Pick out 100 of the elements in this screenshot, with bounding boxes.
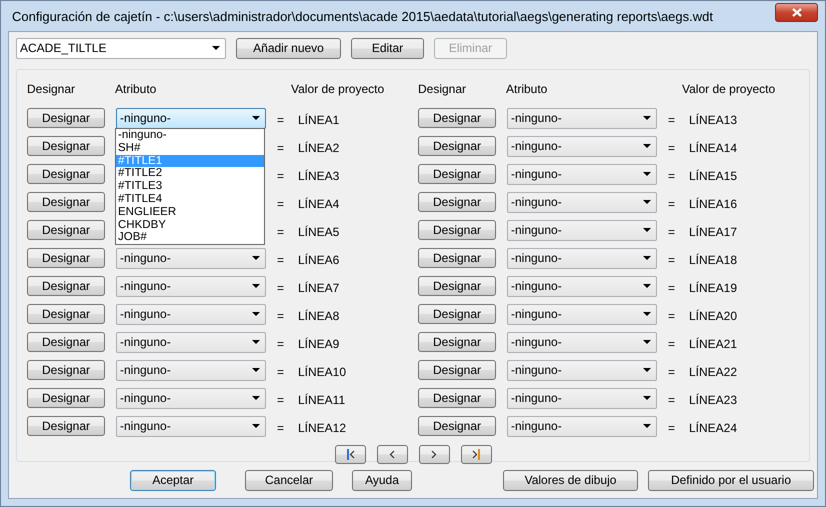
dropdown-arrow-icon [643,172,651,176]
dialog-button[interactable]: Valores de dibujo [503,470,638,490]
project-value: LÍNEA21 [689,336,738,351]
project-value: LÍNEA4 [298,196,340,211]
equals-sign: = [668,196,676,211]
attribute-dropdown[interactable]: -ninguno- [116,248,266,268]
designate-button[interactable]: Designar [418,388,496,408]
attribute-dropdown[interactable]: -ninguno- [507,248,657,268]
toolbar-button[interactable]: Añadir nuevo [236,38,341,58]
pager-button[interactable] [460,445,492,464]
project-value: LÍNEA19 [689,280,738,295]
designate-button[interactable]: Designar [27,276,105,296]
equals-sign: = [277,140,285,155]
equals-sign: = [277,308,285,323]
designate-button[interactable]: Designar [418,136,496,156]
designate-button[interactable]: Designar [27,220,105,240]
designate-button[interactable]: Designar [418,304,496,324]
attribute-dropdown[interactable]: -ninguno- [507,360,657,380]
designate-button[interactable]: Designar [27,192,105,212]
attribute-dropdown[interactable]: -ninguno- [116,332,266,352]
dialog-button[interactable]: Aceptar [130,470,216,490]
pager-button[interactable] [376,445,408,464]
window-title: Configuración de cajetín - c:\users\administrador\documents\acade 2015\aedata\tutorial\aegs\generating reports\aegs.wdt [12,8,713,24]
designate-button[interactable]: Designar [27,332,105,352]
dropdown-arrow-icon [643,312,651,316]
dialog-button[interactable]: Ayuda [352,470,412,490]
attribute-dropdown[interactable]: -ninguno- [116,108,266,128]
dropdown-option[interactable]: -ninguno- [116,129,264,142]
project-value: LÍNEA23 [689,392,738,407]
attribute-dropdown[interactable]: -ninguno- [507,388,657,408]
designate-button[interactable]: Designar [418,276,496,296]
dropdown-option[interactable]: JOB# [116,231,264,244]
close-button[interactable] [775,2,818,22]
equals-sign: = [277,252,285,267]
attribute-dropdown[interactable]: -ninguno- [116,416,266,436]
template-dropdown[interactable]: ACADE_TILTLE [16,38,226,58]
dropdown-arrow-icon [252,284,260,288]
dialog-button[interactable]: Cancelar [245,470,333,490]
project-value: LÍNEA22 [689,364,738,379]
designate-button[interactable]: Designar [418,164,496,184]
attribute-dropdown[interactable]: -ninguno- [507,220,657,240]
pager-button[interactable] [418,445,450,464]
equals-sign: = [277,224,285,239]
equals-sign: = [668,168,676,183]
designate-button[interactable]: Designar [27,388,105,408]
designate-button[interactable]: Designar [418,248,496,268]
project-value: LÍNEA15 [689,168,738,183]
attribute-dropdown[interactable]: -ninguno- [507,164,657,184]
designate-button[interactable]: Designar [27,164,105,184]
equals-sign: = [668,364,676,379]
attribute-dropdown[interactable]: -ninguno- [507,332,657,352]
attribute-dropdown[interactable]: -ninguno- [116,276,266,296]
designate-button[interactable]: Designar [27,360,105,380]
equals-sign: = [277,112,285,127]
equals-sign: = [277,168,285,183]
attribute-dropdown[interactable]: -ninguno- [507,108,657,128]
designate-button[interactable]: Designar [418,332,496,352]
dropdown-arrow-icon [643,424,651,428]
attribute-dropdown[interactable]: -ninguno- [507,304,657,324]
dropdown-arrow-icon [212,46,220,50]
toolbar-button[interactable]: Editar [351,38,424,58]
designate-button[interactable]: Designar [418,108,496,128]
designate-button[interactable]: Designar [418,192,496,212]
project-value: LÍNEA1 [298,112,340,127]
column-header: Valor de proyecto [291,82,386,96]
attribute-dropdown[interactable]: -ninguno- [507,416,657,436]
column-header: Valor de proyecto [682,82,776,96]
dropdown-arrow-icon [643,284,651,288]
designate-button[interactable]: Designar [27,304,105,324]
designate-button[interactable]: Designar [27,416,105,436]
attribute-dropdown[interactable]: -ninguno- [507,276,657,296]
attribute-dropdown[interactable]: -ninguno- [116,360,266,380]
designate-button[interactable]: Designar [27,136,105,156]
dropdown-option[interactable]: ENGLIEER [116,206,264,219]
dropdown-option[interactable]: #TITLE4 [116,192,264,206]
attribute-dropdown[interactable]: -ninguno- [116,388,266,408]
project-value: LÍNEA8 [298,308,340,323]
dropdown-option[interactable]: SH# [116,142,264,155]
dropdown-arrow-icon [252,312,260,316]
skip-forward-icon [472,449,480,460]
attribute-dropdown[interactable]: -ninguno- [116,304,266,324]
column-header: Designar [418,82,468,96]
attribute-dropdown[interactable]: -ninguno- [507,136,657,156]
project-value: LÍNEA11 [298,392,346,407]
designate-button[interactable]: Designar [418,220,496,240]
designate-button[interactable]: Designar [27,248,105,268]
designate-button[interactable]: Designar [418,416,496,436]
dropdown-arrow-icon [643,228,651,232]
column-header: Designar [27,82,76,96]
designate-button[interactable]: Designar [27,108,105,128]
dropdown-option[interactable]: #TITLE3 [116,180,264,193]
equals-sign: = [668,280,676,295]
dropdown-option[interactable]: #TITLE2 [116,167,264,180]
dialog-button[interactable]: Definido por el usuario [648,470,814,490]
pager-button[interactable] [334,445,366,464]
attribute-dropdown[interactable]: -ninguno- [507,192,657,212]
designate-button[interactable]: Designar [418,360,496,380]
dropdown-option[interactable]: CHKDBY [116,218,264,232]
equals-sign: = [668,252,676,267]
close-icon [792,8,802,16]
